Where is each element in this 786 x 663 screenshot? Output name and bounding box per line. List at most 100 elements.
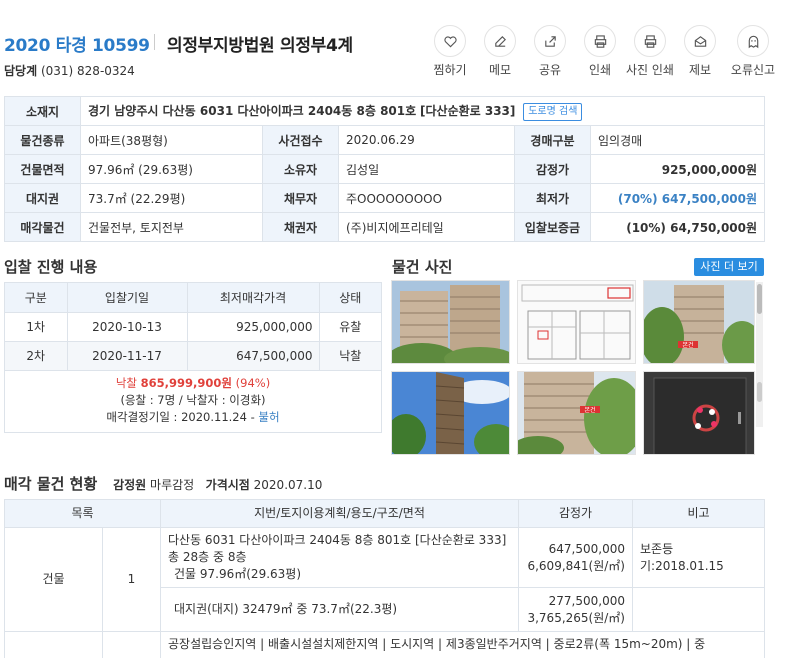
memo-button[interactable]: 메모 bbox=[475, 25, 525, 78]
contact-info: 담당계 (031) 828-0324 bbox=[4, 62, 135, 79]
photo-section-title: 물건 사진 bbox=[392, 258, 453, 276]
print-label: 인쇄 bbox=[588, 63, 612, 77]
sale-unit-price: 6,609,841(원/㎡) bbox=[527, 558, 625, 573]
sale-item-value: 건물전부, 토지전부 bbox=[80, 212, 263, 242]
sale-col-note: 비고 bbox=[632, 499, 765, 528]
land-value: 73.7㎡ (22.29평) bbox=[80, 183, 263, 213]
owner-label: 소유자 bbox=[262, 154, 339, 184]
road-search-button[interactable]: 도로명 검색 bbox=[523, 102, 583, 121]
photo-tag: 본건 bbox=[584, 406, 595, 414]
edit-icon bbox=[494, 35, 506, 47]
debtor-label: 채무자 bbox=[262, 183, 339, 213]
type-label: 물건종류 bbox=[4, 125, 81, 155]
decision-date-label: 매각결정기일 : 2020.11.24 - bbox=[106, 409, 259, 424]
report-label: 제보 bbox=[688, 63, 712, 77]
sale-price: 647,500,000 bbox=[548, 541, 625, 556]
location-address: 경기 남양주시 다산동 6031 다산아이파크 2404동 8층 801호 bbox=[88, 103, 417, 118]
more-photos-button[interactable]: 사진 더 보기 bbox=[694, 258, 764, 276]
floor-plan-photo bbox=[518, 281, 635, 363]
contact-label: 담당계 bbox=[4, 64, 38, 78]
table-row: 건물 1 다산동 6031 다산아이파크 2404동 8층 801호 [다산순환… bbox=[4, 527, 765, 632]
price-date-value: 2020.07.10 bbox=[253, 478, 323, 492]
bid-round: 1차 bbox=[5, 312, 68, 342]
bid-table: 구분 입찰기일 최저매각가격 상태 1차 2020-10-13 925,000,… bbox=[5, 283, 381, 371]
bid-price: 925,000,000 bbox=[187, 312, 320, 342]
photo-print-icon bbox=[644, 34, 656, 48]
photo-thumbnail-5[interactable]: 본건 bbox=[517, 371, 636, 455]
photo-thumbnail-3[interactable]: 본건 bbox=[643, 280, 755, 364]
auction-type-value: 임의경매 bbox=[589, 125, 766, 155]
front-door-photo bbox=[644, 372, 754, 454]
bid-row: 1차 2020-10-13 925,000,000 유찰 bbox=[5, 312, 381, 342]
decision-status-link[interactable]: 불허 bbox=[258, 410, 279, 424]
winning-bid-label: 낙찰 bbox=[115, 375, 137, 390]
sale-land-desc: 대지권(대지) 32479㎡ 중 73.7㎡(22.3평) bbox=[160, 587, 519, 632]
photo-print-button[interactable]: 사진 인쇄 bbox=[625, 25, 675, 78]
share-button[interactable]: 공유 bbox=[525, 25, 575, 78]
error-report-label: 오류신고 bbox=[730, 63, 776, 77]
photo-thumbnail-2[interactable] bbox=[517, 280, 636, 364]
apartment-tree-photo: 본건 bbox=[644, 281, 754, 363]
bid-col-status: 상태 bbox=[319, 283, 381, 313]
sale-row-desc: 다산동 6031 다산아이파크 2404동 8층 801호 [다산순환로 333… bbox=[160, 527, 519, 588]
scrollbar-thumb[interactable] bbox=[757, 284, 762, 314]
bid-col-date: 입찰기일 bbox=[67, 283, 188, 313]
report-button[interactable]: 제보 bbox=[675, 25, 725, 78]
sale-col-price: 감정가 bbox=[518, 499, 633, 528]
heart-icon bbox=[443, 35, 457, 47]
bid-col-price: 최저매각가격 bbox=[187, 283, 320, 313]
land-label: 대지권 bbox=[4, 183, 81, 213]
sale-desc-address: 다산동 6031 다산아이파크 2404동 8층 801호 [다산순환로 333… bbox=[168, 533, 507, 564]
owner-value: 김성일 bbox=[338, 154, 515, 184]
appraisal-value: 925,000,000원 bbox=[589, 154, 766, 184]
sale-item-label: 매각물건 bbox=[4, 212, 81, 242]
winning-bid-amount: 865,999,900원 bbox=[140, 375, 232, 390]
case-received-value: 2020.06.29 bbox=[338, 125, 515, 155]
appraisal-label: 감정가 bbox=[514, 154, 591, 184]
print-icon bbox=[594, 34, 606, 48]
bid-price: 647,500,000 bbox=[187, 341, 320, 371]
bid-status: 유찰 bbox=[319, 312, 381, 342]
min-price-value: (70%) 647,500,000원 bbox=[589, 183, 766, 213]
appraiser-label: 감정원 bbox=[113, 478, 147, 492]
court-name: 의정부지방법원 의정부4계 bbox=[167, 36, 353, 56]
memo-label: 메모 bbox=[488, 63, 512, 77]
sale-note-line2: 기:2018.01.15 bbox=[640, 558, 724, 573]
title-divider bbox=[154, 34, 155, 50]
bid-date: 2020-11-17 bbox=[67, 341, 188, 371]
error-report-button[interactable]: 오류신고 bbox=[725, 25, 781, 78]
type-value: 아파트(38평형) bbox=[80, 125, 263, 155]
sale-row-category: 건물 bbox=[4, 527, 103, 632]
creditor-value: (주)비지에프리테일 bbox=[338, 212, 515, 242]
case-received-label: 사건접수 bbox=[262, 125, 339, 155]
print-button[interactable]: 인쇄 bbox=[575, 25, 625, 78]
photo-scrollbar[interactable] bbox=[756, 282, 763, 427]
tower-photo bbox=[392, 372, 509, 454]
sale-col-list: 목록 bbox=[4, 499, 161, 528]
ghost-icon bbox=[748, 35, 758, 48]
bid-section-title: 입찰 진행 내용 bbox=[4, 258, 98, 276]
bid-round: 2차 bbox=[5, 341, 68, 371]
share-icon bbox=[544, 35, 556, 47]
sale-row-price: 647,500,000 6,609,841(원/㎡) bbox=[518, 527, 633, 588]
photo-tag: 본건 bbox=[682, 341, 693, 349]
scrollbar-thumb-lower[interactable] bbox=[757, 382, 762, 402]
location-label: 소재지 bbox=[4, 96, 81, 126]
sale-row-number: 1 bbox=[102, 527, 161, 632]
bid-result-summary: 낙찰 865,999,900원 (94%) (응찰 : 7명 / 낙찰자 : 이… bbox=[5, 371, 381, 432]
photo-thumbnail-6[interactable] bbox=[643, 371, 755, 455]
sale-row-note: 보존등 기:2018.01.15 bbox=[632, 527, 765, 588]
photo-thumbnail-4[interactable] bbox=[391, 371, 510, 455]
photo-thumbnail-1[interactable] bbox=[391, 280, 510, 364]
property-info-table: 소재지 경기 남양주시 다산동 6031 다산아이파크 2404동 8층 801… bbox=[4, 96, 766, 242]
location-value: 경기 남양주시 다산동 6031 다산아이파크 2404동 8층 801호 [다… bbox=[79, 96, 766, 126]
sale-desc-building: 건물 97.96㎡(29.63평) bbox=[174, 567, 302, 581]
favorite-button[interactable]: 찜하기 bbox=[425, 25, 475, 78]
sale-note-line1: 보존등 bbox=[640, 541, 674, 556]
case-header: 2020 타경 10599 의정부지방법원 의정부4계 담당계 (031) 82… bbox=[0, 0, 786, 92]
land-price: 277,500,000 bbox=[548, 593, 625, 608]
bid-row: 2차 2020-11-17 647,500,000 낙찰 bbox=[5, 341, 381, 371]
sale-land-note bbox=[632, 587, 765, 632]
sale-section-header: 매각 물건 현황 감정원 마루감정 가격시점 2020.07.10 bbox=[4, 473, 322, 494]
case-number: 2020 타경 10599 bbox=[4, 36, 150, 56]
